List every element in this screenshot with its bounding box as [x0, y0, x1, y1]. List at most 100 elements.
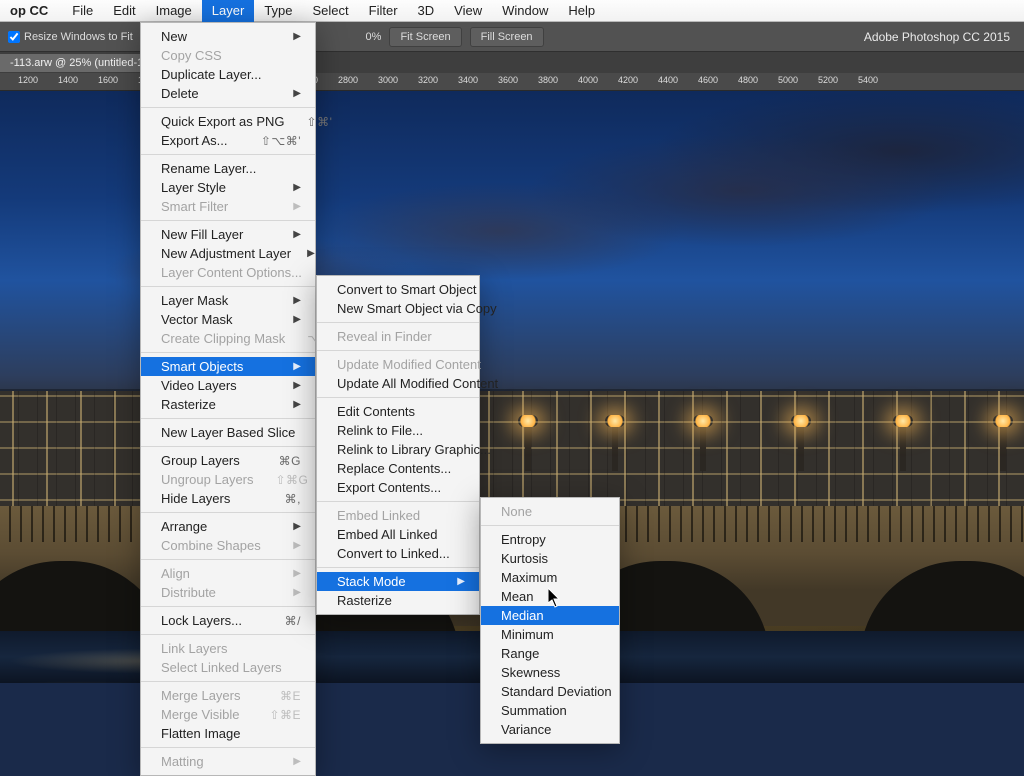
menu-filter[interactable]: Filter [359, 0, 408, 22]
layer-hide-layers[interactable]: Hide Layers⌘, [141, 489, 315, 508]
ruler-tick: 3800 [538, 75, 558, 85]
stackmode-variance[interactable]: Variance [481, 720, 619, 739]
menu-view[interactable]: View [444, 0, 492, 22]
menu-file[interactable]: File [62, 0, 103, 22]
menu-3d[interactable]: 3D [408, 0, 445, 22]
stackmode-standard-deviation[interactable]: Standard Deviation [481, 682, 619, 701]
submenu-arrow-icon: ▶ [293, 361, 301, 372]
stackmode-minimum[interactable]: Minimum [481, 625, 619, 644]
submenu-arrow-icon: ▶ [293, 568, 301, 579]
shortcut-label: ⌘G [279, 454, 301, 468]
menu-item-label: Skewness [501, 665, 605, 680]
layer-duplicate-layer[interactable]: Duplicate Layer... [141, 65, 315, 84]
menu-type[interactable]: Type [254, 0, 302, 22]
menu-item-label: Layer Content Options... [161, 265, 302, 280]
menu-item-label: Create Clipping Mask [161, 331, 285, 346]
ruler-tick: 5200 [818, 75, 838, 85]
stackmode-skewness[interactable]: Skewness [481, 663, 619, 682]
menu-edit[interactable]: Edit [103, 0, 145, 22]
fill-screen-button[interactable]: Fill Screen [470, 27, 544, 47]
layer-quick-export-as-png[interactable]: Quick Export as PNG⇧⌘' [141, 112, 315, 131]
menu-image[interactable]: Image [146, 0, 202, 22]
layer-new-layer-based-slice[interactable]: New Layer Based Slice [141, 423, 315, 442]
layer-delete[interactable]: Delete ▶ [141, 84, 315, 103]
menu-item-label: Variance [501, 722, 605, 737]
menu-item-label: Vector Mask [161, 312, 277, 327]
layer-rasterize[interactable]: Rasterize▶ [141, 395, 315, 414]
menu-select[interactable]: Select [303, 0, 359, 22]
ruler-tick: 5000 [778, 75, 798, 85]
stackmode-mean[interactable]: Mean [481, 587, 619, 606]
layer-group-layers[interactable]: Group Layers ⌘G [141, 451, 315, 470]
smartobjects-export-contents[interactable]: Export Contents... [317, 478, 479, 497]
menu-bar: op CC FileEditImageLayerTypeSelectFilter… [0, 0, 1024, 22]
menu-window[interactable]: Window [492, 0, 558, 22]
menu-item-label: New Fill Layer [161, 227, 277, 242]
menu-item-label: Duplicate Layer... [161, 67, 301, 82]
layer-video-layers[interactable]: Video Layers▶ [141, 376, 315, 395]
app-short-name: op CC [4, 3, 54, 18]
layer-vector-mask[interactable]: Vector Mask▶ [141, 310, 315, 329]
smartobjects-relink-to-file[interactable]: Relink to File... [317, 421, 479, 440]
smartobjects-convert-to-smart-object[interactable]: Convert to Smart Object [317, 280, 479, 299]
smartobjects-new-smart-object-via-copy[interactable]: New Smart Object via Copy [317, 299, 479, 318]
smartobjects-stack-mode[interactable]: Stack Mode▶ [317, 572, 479, 591]
menu-help[interactable]: Help [558, 0, 605, 22]
layer-export-as[interactable]: Export As...⇧⌥⌘' [141, 131, 315, 150]
lamp-icon [798, 427, 804, 471]
menu-item-label: Matting [161, 754, 277, 769]
menu-layer[interactable]: Layer [202, 0, 255, 22]
menu-item-label: Combine Shapes [161, 538, 277, 553]
menu-item-label: Kurtosis [501, 551, 605, 566]
stackmode-range[interactable]: Range [481, 644, 619, 663]
layer-layer-style[interactable]: Layer Style▶ [141, 178, 315, 197]
layer-smart-objects[interactable]: Smart Objects ▶ [141, 357, 315, 376]
smartobjects-embed-all-linked[interactable]: Embed All Linked [317, 525, 479, 544]
submenu-arrow-icon: ▶ [293, 295, 301, 306]
menu-item-label: Merge Layers [161, 688, 258, 703]
smart-objects-submenu[interactable]: Convert to Smart ObjectNew Smart Object … [316, 275, 480, 615]
smartobjects-convert-to-linked[interactable]: Convert to Linked... [317, 544, 479, 563]
smartobjects-replace-contents[interactable]: Replace Contents... [317, 459, 479, 478]
menu-item-label: Delete [161, 86, 277, 101]
menu-item-label: Group Layers [161, 453, 257, 468]
shortcut-label: ⌘, [285, 492, 301, 506]
smartobjects-edit-contents[interactable]: Edit Contents [317, 402, 479, 421]
resize-windows-check[interactable] [8, 31, 20, 43]
smartobjects-update-all-modified-content[interactable]: Update All Modified Content [317, 374, 479, 393]
layer-rename-layer[interactable]: Rename Layer... [141, 159, 315, 178]
layer-layer-mask[interactable]: Layer Mask▶ [141, 291, 315, 310]
menu-item-label: Export Contents... [337, 480, 465, 495]
fit-screen-button[interactable]: Fit Screen [389, 27, 461, 47]
stackmode-median[interactable]: Median [481, 606, 619, 625]
stackmode-maximum[interactable]: Maximum [481, 568, 619, 587]
stackmode-entropy[interactable]: Entropy [481, 530, 619, 549]
smartobjects-rasterize[interactable]: Rasterize [317, 591, 479, 610]
ruler-tick: 1600 [98, 75, 118, 85]
layer-menu[interactable]: New▶Copy CSSDuplicate Layer...Delete▶Qui… [140, 22, 316, 776]
lamp-icon [612, 427, 618, 471]
layer-new-adjustment-layer[interactable]: New Adjustment Layer▶ [141, 244, 315, 263]
stack-mode-submenu[interactable]: NoneEntropyKurtosisMaximumMeanMedianMini… [480, 497, 620, 744]
layer-lock-layers[interactable]: Lock Layers...⌘/ [141, 611, 315, 630]
ruler-tick: 2800 [338, 75, 358, 85]
layer-flatten-image[interactable]: Flatten Image [141, 724, 315, 743]
stackmode-summation[interactable]: Summation [481, 701, 619, 720]
menu-item-label: Entropy [501, 532, 605, 547]
submenu-arrow-icon: ▶ [293, 88, 301, 99]
app-title: Adobe Photoshop CC 2015 [864, 30, 1010, 44]
resize-windows-checkbox[interactable]: Resize Windows to Fit [8, 31, 133, 43]
smartobjects-relink-to-library-graphic[interactable]: Relink to Library Graphic... [317, 440, 479, 459]
menu-item-label: Align [161, 566, 277, 581]
layer-new-fill-layer[interactable]: New Fill Layer▶ [141, 225, 315, 244]
menu-item-label: Rasterize [337, 593, 465, 608]
menu-item-label: Smart Objects [161, 359, 277, 374]
submenu-arrow-icon: ▶ [293, 756, 301, 767]
lamp-icon [700, 427, 706, 471]
layer-arrange[interactable]: Arrange▶ [141, 517, 315, 536]
smartobjects-update-modified-content: Update Modified Content [317, 355, 479, 374]
layer-new[interactable]: New▶ [141, 27, 315, 46]
stackmode-kurtosis[interactable]: Kurtosis [481, 549, 619, 568]
ruler-tick: 3200 [418, 75, 438, 85]
menu-item-label: Minimum [501, 627, 605, 642]
